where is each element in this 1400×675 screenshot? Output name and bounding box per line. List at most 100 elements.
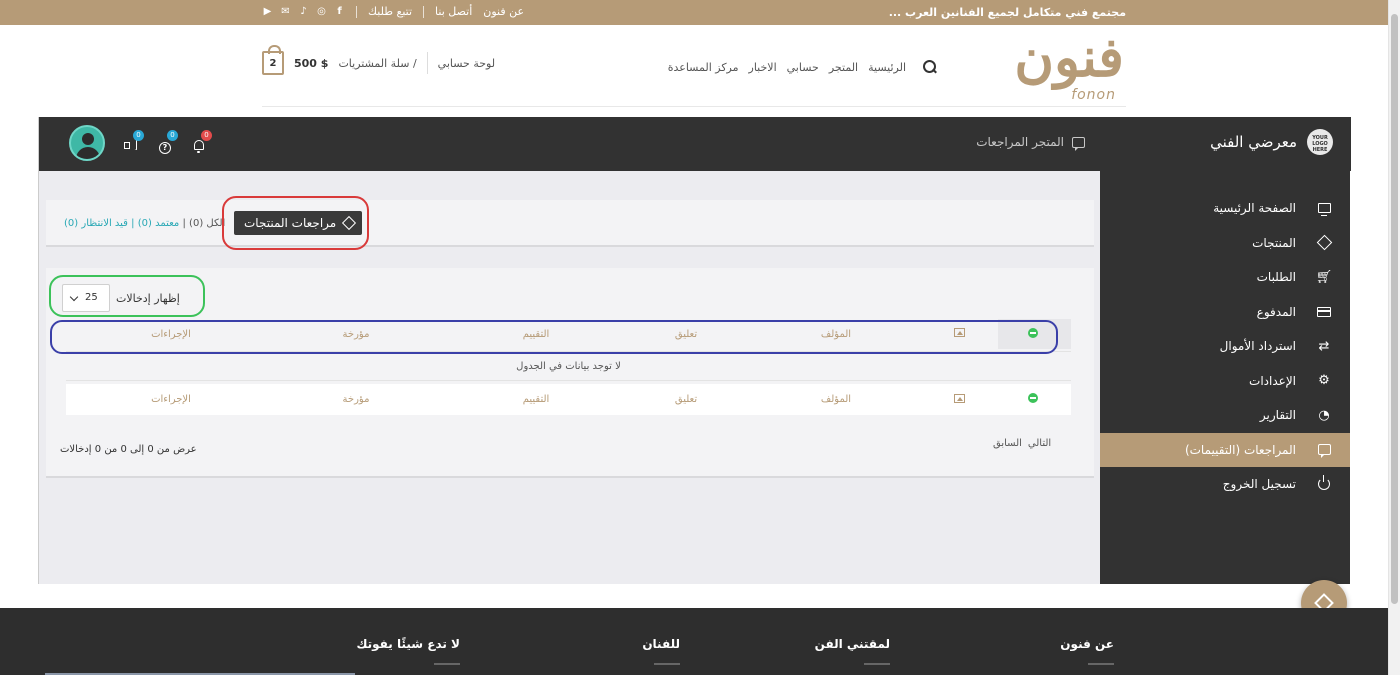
logo-arabic: فنون: [1014, 25, 1124, 89]
refund-icon: ⇄: [1318, 338, 1330, 354]
store-logo: YOUR LOGO HERE: [1307, 129, 1333, 155]
nav-store[interactable]: المتجر: [829, 61, 858, 74]
nav-account[interactable]: حسابي: [787, 61, 819, 74]
pagination: السابق التالي: [993, 438, 1051, 449]
dashboard-sidebar: الصفحة الرئيسية المنتجات 🛒︎ الطلبات المدف…: [1100, 171, 1350, 584]
facebook-icon[interactable]: f: [334, 6, 345, 17]
bell-icon: [194, 140, 204, 153]
monitor-icon: [1317, 203, 1331, 217]
filter-approved[interactable]: معتمد (0): [138, 218, 180, 229]
sidebar-item-label: تسجيل الخروج: [1222, 476, 1296, 491]
col-rating: التقييم: [522, 394, 550, 405]
chart-icon: ◔: [1318, 407, 1330, 423]
logo-latin: fonon: [1071, 87, 1116, 103]
site-logo[interactable]: فنون fonon: [1014, 25, 1126, 107]
review-status-filters: الكل (0) | معتمد (0) | قيد الانتظار (0): [64, 218, 225, 229]
help-badge: 0: [167, 130, 178, 141]
table-info: عرض من 0 إلى 0 من 0 إدخالات: [60, 444, 197, 455]
about-link[interactable]: عن فنون: [483, 5, 524, 18]
sidebar-item-settings[interactable]: ⚙ الإعدادات: [1100, 364, 1350, 399]
nav-home[interactable]: الرئيسية: [868, 61, 906, 74]
instagram-icon[interactable]: ◎: [316, 6, 327, 17]
highlight-ring-table-header: [50, 320, 1058, 354]
footer-col-newsletter: لا تدع شيئًا يفوتك: [356, 637, 460, 665]
nav-help-center[interactable]: مركز المساعدة: [668, 61, 739, 74]
sidebar-item-payments[interactable]: المدفوع: [1100, 295, 1350, 330]
card-icon: [1317, 306, 1331, 317]
footer-col-about: عن فنون: [1060, 637, 1114, 665]
nav-news[interactable]: الاخبار: [749, 61, 777, 74]
col-actions: الإجراءات: [151, 394, 191, 405]
filter-all[interactable]: الكل (0) |: [182, 218, 225, 229]
help-icon: ?: [159, 142, 171, 154]
breadcrumb-text: المتجر المراجعات: [976, 135, 1064, 149]
sidebar-item-label: المراجعات (التقييمات): [1184, 442, 1296, 457]
notifications-badge: 0: [201, 130, 212, 141]
announcements-button[interactable]: 0: [123, 130, 144, 155]
col-author: المؤلف: [820, 394, 852, 405]
site-header: فنون fonon الرئيسية المتجر حسابي الاخبار…: [262, 25, 1126, 107]
dashboard-top-bar: YOUR LOGO HERE معرضي الفني المتجر المراج…: [39, 117, 1351, 171]
notifications-button[interactable]: 0: [191, 130, 212, 155]
next-page-button[interactable]: التالي: [1028, 438, 1051, 449]
announcements-badge: 0: [133, 130, 144, 141]
dashboard-actions: 0 ? 0 0: [69, 125, 212, 161]
sidebar-item-reports[interactable]: ◔ التقارير: [1100, 398, 1350, 433]
cart-count: 2: [269, 58, 277, 69]
sidebar-item-label: الإعدادات: [1249, 373, 1296, 388]
scrollbar-thumb[interactable]: [1391, 14, 1398, 604]
highlight-ring-tab: [222, 196, 369, 250]
cart-icon[interactable]: 2: [262, 45, 284, 75]
power-icon: [1318, 474, 1330, 490]
divider: [426, 52, 428, 74]
contact-link[interactable]: أتصل بنا: [435, 5, 472, 18]
page-scrollbar[interactable]: [1388, 0, 1400, 675]
sidebar-item-label: الصفحة الرئيسية: [1213, 201, 1296, 216]
main-nav: الرئيسية المتجر حسابي الاخبار مركز المسا…: [668, 59, 938, 75]
col-comment: تعليق: [674, 394, 698, 405]
brand-title: معرضي الفني: [1210, 133, 1297, 151]
footer-col-collectors: لمقتني الفن: [814, 637, 891, 665]
sidebar-item-orders[interactable]: 🛒︎ الطلبات: [1100, 260, 1350, 295]
header-account: 2 500 $ سلة المشتريات / لوحة حسابي: [262, 45, 495, 75]
divider: [423, 5, 425, 18]
top-links: ▶ ✉ ♪ ◎ f تتبع طلبك أتصل بنا عن فنون: [262, 5, 524, 18]
youtube-icon[interactable]: ▶: [262, 6, 273, 17]
track-order-link[interactable]: تتبع طلبك: [368, 5, 412, 18]
filter-pending[interactable]: قيد الانتظار (0): [64, 218, 128, 229]
cart-total[interactable]: 500 $: [294, 57, 328, 70]
sidebar-item-label: المدفوع: [1256, 304, 1296, 319]
table-footer: الإجراءات مؤرخة التقييم تعليق المؤلف: [66, 384, 1071, 415]
image-icon: [953, 393, 965, 403]
sidebar-item-label: التقارير: [1259, 408, 1296, 423]
top-bar: مجتمع فني متكامل لجميع الفنانين العرب ..…: [0, 0, 1388, 25]
sidebar-item-logout[interactable]: تسجيل الخروج: [1100, 467, 1350, 502]
mail-icon[interactable]: ✉: [280, 6, 291, 17]
settings-icon: ⚙: [1318, 373, 1330, 389]
tiktok-icon[interactable]: ♪: [298, 6, 309, 17]
divider: [356, 5, 357, 18]
sidebar-item-label: الطلبات: [1256, 270, 1296, 285]
col-date: مؤرخة: [342, 394, 370, 405]
breadcrumb: المتجر المراجعات: [976, 135, 1085, 151]
prev-page-button[interactable]: السابق: [993, 438, 1022, 449]
help-button[interactable]: ? 0: [157, 130, 178, 155]
site-footer: عن فنون لمقتني الفن للفنان لا تدع شيئًا …: [0, 608, 1388, 675]
avatar[interactable]: [69, 125, 105, 161]
cart-label[interactable]: سلة المشتريات /: [338, 57, 416, 70]
select-all-icon[interactable]: [1028, 393, 1038, 403]
dashboard-brand[interactable]: YOUR LOGO HERE معرضي الفني: [1210, 129, 1333, 155]
sidebar-item-label: المنتجات: [1252, 235, 1296, 250]
search-icon[interactable]: [922, 59, 938, 75]
dashboard-link[interactable]: لوحة حسابي: [438, 57, 495, 70]
sidebar-item-home[interactable]: الصفحة الرئيسية: [1100, 191, 1350, 226]
sidebar-item-label: استرداد الأموال: [1219, 339, 1296, 354]
sidebar-item-reviews[interactable]: المراجعات (التقييمات): [1100, 432, 1350, 467]
chat-icon: [1317, 444, 1331, 458]
sidebar-item-products[interactable]: المنتجات: [1100, 226, 1350, 261]
filter-separator: |: [131, 218, 135, 229]
social-icons: ▶ ✉ ♪ ◎ f: [262, 6, 345, 17]
footer-col-artists: للفنان: [642, 637, 680, 665]
table-empty-row: لا توجد بيانات في الجدول: [66, 351, 1071, 381]
sidebar-item-refunds[interactable]: ⇄ استرداد الأموال: [1100, 329, 1350, 364]
